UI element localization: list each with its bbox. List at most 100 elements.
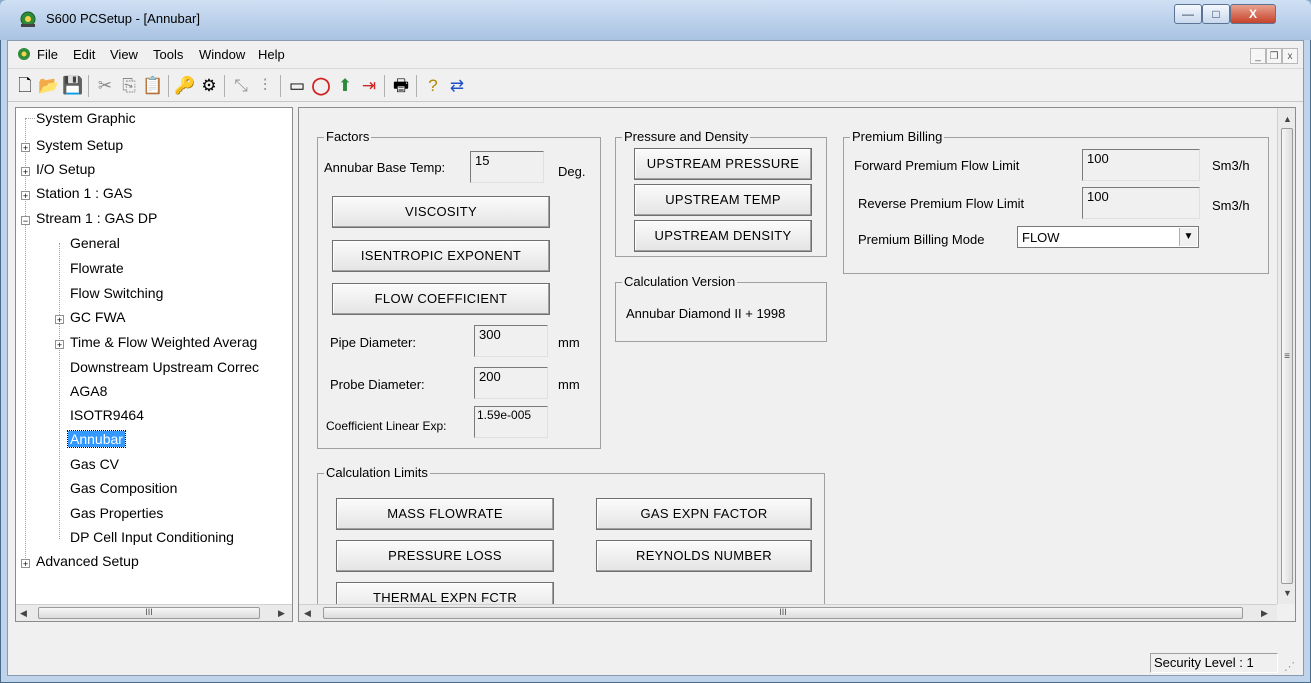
scroll-right-icon[interactable]: ▶: [278, 608, 285, 619]
scroll-thumb[interactable]: ≡: [1281, 128, 1293, 584]
menu-file[interactable]: File: [37, 47, 58, 62]
tree-item-io-setup[interactable]: I/O Setup: [36, 159, 95, 179]
security-icon[interactable]: ⚙: [198, 75, 220, 97]
tree-item-label: Advanced Setup: [36, 553, 139, 569]
annubar-config-panel: Factors Annubar Base Temp: 15 Deg. VISCO…: [298, 107, 1296, 622]
mdi-close-button[interactable]: x: [1282, 48, 1298, 64]
isentropic-exponent-button[interactable]: ISENTROPIC EXPONENT: [332, 240, 550, 272]
coeff-linear-field[interactable]: 1.59e-005: [474, 406, 548, 438]
new-icon[interactable]: 🗋: [14, 75, 36, 97]
base-temp-label: Annubar Base Temp:: [324, 160, 446, 175]
billing-mode-value: FLOW: [1022, 230, 1060, 245]
mdi-restore-button[interactable]: ❐: [1266, 48, 1282, 64]
tree-horizontal-scrollbar[interactable]: ◀ III ▶: [16, 604, 292, 621]
pin-icon[interactable]: ⬆: [334, 75, 356, 97]
swap-icon[interactable]: ⇄: [446, 75, 468, 97]
expand-icon[interactable]: +: [55, 340, 64, 350]
menu-tools[interactable]: Tools: [153, 47, 183, 62]
upstream-temp-button[interactable]: UPSTREAM TEMP: [634, 184, 812, 216]
scroll-right-icon[interactable]: ▶: [1261, 608, 1268, 619]
viscosity-button[interactable]: VISCOSITY: [332, 196, 550, 228]
exit-icon[interactable]: ⇥: [358, 75, 380, 97]
meter-icon[interactable]: ▭: [286, 75, 308, 97]
menu-window[interactable]: Window: [199, 47, 245, 62]
probe-diameter-field[interactable]: 200: [474, 367, 548, 399]
scroll-left-icon[interactable]: ◀: [304, 608, 311, 619]
collapse-icon[interactable]: −: [21, 216, 30, 226]
connect-icon[interactable]: ⤡: [230, 75, 252, 97]
reverse-limit-label: Reverse Premium Flow Limit: [858, 196, 1025, 211]
forward-limit-field[interactable]: 100: [1082, 149, 1200, 181]
base-temp-field[interactable]: 15: [470, 151, 544, 183]
open-icon[interactable]: 📂: [38, 75, 60, 97]
tree-item-station-1[interactable]: Station 1 : GAS: [36, 183, 133, 203]
tree-item-system-setup[interactable]: System Setup: [36, 135, 123, 155]
mass-flowrate-button[interactable]: MASS FLOWRATE: [336, 498, 554, 530]
scroll-up-icon[interactable]: ▲: [1283, 114, 1292, 124]
tune-icon[interactable]: ⫶: [254, 75, 276, 97]
upstream-density-button[interactable]: UPSTREAM DENSITY: [634, 220, 812, 252]
scroll-down-icon[interactable]: ▼: [1283, 588, 1292, 598]
pipe-diameter-field[interactable]: 300: [474, 325, 548, 357]
flow-coefficient-button[interactable]: FLOW COEFFICIENT: [332, 283, 550, 315]
minimize-button[interactable]: —: [1174, 4, 1202, 24]
pipe-diameter-label: Pipe Diameter:: [330, 335, 416, 350]
doc-logo-icon: [18, 48, 30, 60]
tree-item-system-graphic[interactable]: System Graphic: [36, 108, 136, 128]
tree-item-stream-1[interactable]: Stream 1 : GAS DP: [36, 208, 157, 228]
reynolds-number-button[interactable]: REYNOLDS NUMBER: [596, 540, 812, 572]
tree-item-advanced-setup[interactable]: Advanced Setup: [36, 551, 139, 571]
paste-icon[interactable]: 📋: [142, 75, 164, 97]
mdi-minimize-button[interactable]: _: [1250, 48, 1266, 64]
tree-item-label: Annubar: [67, 430, 126, 448]
save-icon[interactable]: 💾: [62, 75, 84, 97]
tree-item-gas-cv[interactable]: Gas CV: [70, 454, 119, 474]
scroll-thumb[interactable]: III: [323, 607, 1243, 619]
title-bar[interactable]: S600 PCSetup - [Annubar] — □ X: [0, 0, 1311, 40]
maximize-button[interactable]: □: [1202, 4, 1230, 24]
print-icon[interactable]: 🖶: [390, 75, 412, 97]
tree-item-flow-switching[interactable]: Flow Switching: [70, 283, 163, 303]
tree-item-flowrate[interactable]: Flowrate: [70, 258, 124, 278]
tree-item-downstream-upstream[interactable]: Downstream Upstream Correc: [70, 357, 259, 377]
expand-icon[interactable]: +: [21, 167, 30, 177]
menu-view[interactable]: View: [110, 47, 138, 62]
tree-item-label: Time & Flow Weighted Averag: [70, 334, 258, 350]
stop-icon[interactable]: ◯: [310, 75, 332, 97]
help-icon[interactable]: ?: [422, 75, 444, 97]
resize-grip-icon[interactable]: ⋰: [1284, 660, 1298, 674]
scroll-thumb[interactable]: III: [38, 607, 260, 619]
expand-icon[interactable]: +: [21, 191, 30, 201]
calc-limits-title: Calculation Limits: [324, 465, 430, 480]
pressure-loss-button[interactable]: PRESSURE LOSS: [336, 540, 554, 572]
billing-mode-dropdown[interactable]: FLOW ▼: [1017, 226, 1199, 248]
toolbar-separator: [280, 75, 281, 97]
menu-edit[interactable]: Edit: [73, 47, 95, 62]
tree-item-aga8[interactable]: AGA8: [70, 381, 107, 401]
tree-item-label: Downstream Upstream Correc: [70, 359, 260, 375]
tree-item-dp-cell[interactable]: DP Cell Input Conditioning: [70, 527, 234, 547]
copy-icon[interactable]: ⎘: [118, 75, 140, 97]
tree-item-gc-fwa[interactable]: GC FWA: [70, 307, 125, 327]
cut-icon[interactable]: ✂: [94, 75, 116, 97]
expand-icon[interactable]: +: [21, 143, 30, 153]
right-vertical-scrollbar[interactable]: ▲ ≡ ▼: [1277, 108, 1295, 604]
tree-item-label: DP Cell Input Conditioning: [70, 529, 234, 545]
menu-help[interactable]: Help: [258, 47, 285, 62]
key-icon[interactable]: 🔑: [174, 75, 196, 97]
close-button[interactable]: X: [1230, 4, 1276, 24]
expand-icon[interactable]: +: [21, 559, 30, 569]
expand-icon[interactable]: +: [55, 315, 64, 325]
reverse-limit-field[interactable]: 100: [1082, 187, 1200, 219]
dropdown-arrow-icon[interactable]: ▼: [1179, 228, 1197, 246]
upstream-pressure-button[interactable]: UPSTREAM PRESSURE: [634, 148, 812, 180]
tree-item-annubar[interactable]: Annubar: [67, 429, 126, 449]
right-horizontal-scrollbar[interactable]: ◀ III ▶: [299, 604, 1277, 621]
gas-expn-factor-button[interactable]: GAS EXPN FACTOR: [596, 498, 812, 530]
tree-item-gas-composition[interactable]: Gas Composition: [70, 478, 177, 498]
tree-item-isotr9464[interactable]: ISOTR9464: [70, 405, 144, 425]
scroll-left-icon[interactable]: ◀: [20, 608, 27, 619]
tree-item-gas-properties[interactable]: Gas Properties: [70, 503, 163, 523]
tree-item-time-flow-weighted[interactable]: Time & Flow Weighted Averag: [70, 332, 257, 352]
tree-item-general[interactable]: General: [70, 233, 120, 253]
